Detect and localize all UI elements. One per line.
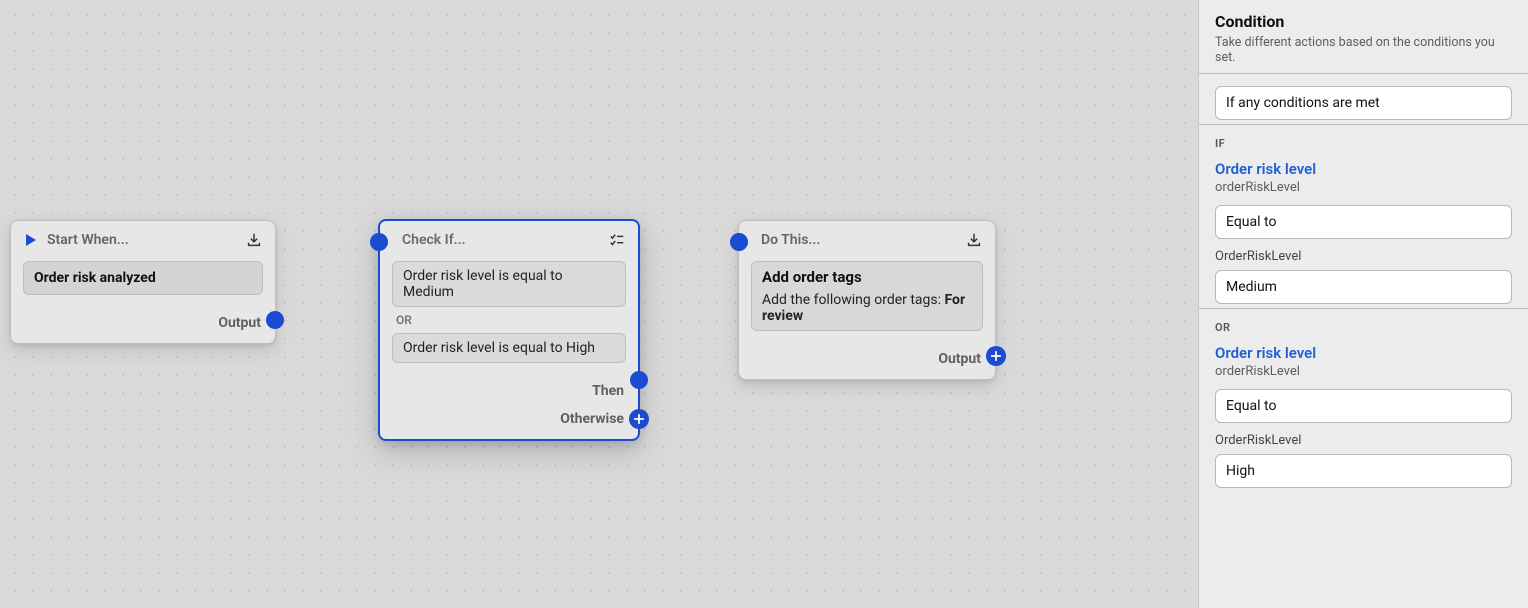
otherwise-add-port[interactable] [629, 409, 649, 429]
workflow-canvas[interactable]: Start When... Order risk analyzed Output… [0, 0, 1198, 608]
action-output-label: Output [938, 351, 981, 367]
action-output-add-port[interactable] [986, 346, 1006, 366]
condition-row-2[interactable]: Order risk level is equal to High [392, 333, 626, 363]
action-desc-prefix: Add the following order tags: [762, 292, 945, 308]
or-variable-code: orderRiskLevel [1215, 364, 1512, 379]
or-operator-select[interactable]: Equal to [1215, 389, 1512, 423]
if-block: IF Order risk level orderRiskLevel Equal… [1199, 124, 1528, 308]
action-title: Add order tags [762, 268, 972, 286]
start-output-port[interactable] [266, 311, 284, 329]
or-label: OR [1215, 321, 1512, 334]
if-value-label: OrderRiskLevel [1215, 249, 1512, 264]
condition-input-port[interactable] [370, 233, 388, 251]
action-content[interactable]: Add order tags Add the following order t… [751, 261, 983, 331]
node-condition-title: Check If... [392, 232, 466, 248]
if-operator-select[interactable]: Equal to [1215, 205, 1512, 239]
match-mode-select[interactable]: If any conditions are met [1215, 86, 1512, 120]
if-variable-code: orderRiskLevel [1215, 180, 1512, 195]
if-variable-link[interactable]: Order risk level [1215, 160, 1512, 178]
import-icon[interactable] [965, 231, 983, 249]
panel-header: Condition Take different actions based o… [1199, 0, 1528, 73]
panel-subtitle: Take different actions based on the cond… [1215, 35, 1512, 65]
condition-row-1[interactable]: Order risk level is equal to Medium [392, 261, 626, 307]
otherwise-label: Otherwise [560, 411, 624, 427]
checklist-icon[interactable] [608, 231, 626, 249]
play-icon [23, 232, 39, 248]
action-description: Add the following order tags: For review [762, 292, 972, 324]
then-label: Then [592, 383, 624, 399]
or-value-label: OrderRiskLevel [1215, 433, 1512, 448]
start-output-label: Output [218, 315, 261, 331]
condition-or-label: OR [392, 309, 626, 331]
import-icon[interactable] [245, 231, 263, 249]
node-action[interactable]: Do This... Add order tags Add the follow… [738, 220, 996, 380]
or-value-select[interactable]: High [1215, 454, 1512, 488]
panel-title: Condition [1215, 12, 1512, 31]
if-label: IF [1215, 137, 1512, 150]
match-mode-block: If any conditions are met [1199, 73, 1528, 124]
node-start-title: Start When... [47, 232, 129, 248]
node-condition[interactable]: Check If... Order risk level is equal to… [378, 219, 640, 441]
if-value-select[interactable]: Medium [1215, 270, 1512, 304]
action-input-port[interactable] [730, 233, 748, 251]
or-variable-link[interactable]: Order risk level [1215, 344, 1512, 362]
node-action-title: Do This... [751, 232, 820, 248]
node-start[interactable]: Start When... Order risk analyzed Output [10, 220, 276, 344]
or-block: OR Order risk level orderRiskLevel Equal… [1199, 308, 1528, 492]
then-output-port[interactable] [630, 371, 648, 389]
trigger-chip[interactable]: Order risk analyzed [23, 261, 263, 295]
side-panel: Condition Take different actions based o… [1198, 0, 1528, 608]
